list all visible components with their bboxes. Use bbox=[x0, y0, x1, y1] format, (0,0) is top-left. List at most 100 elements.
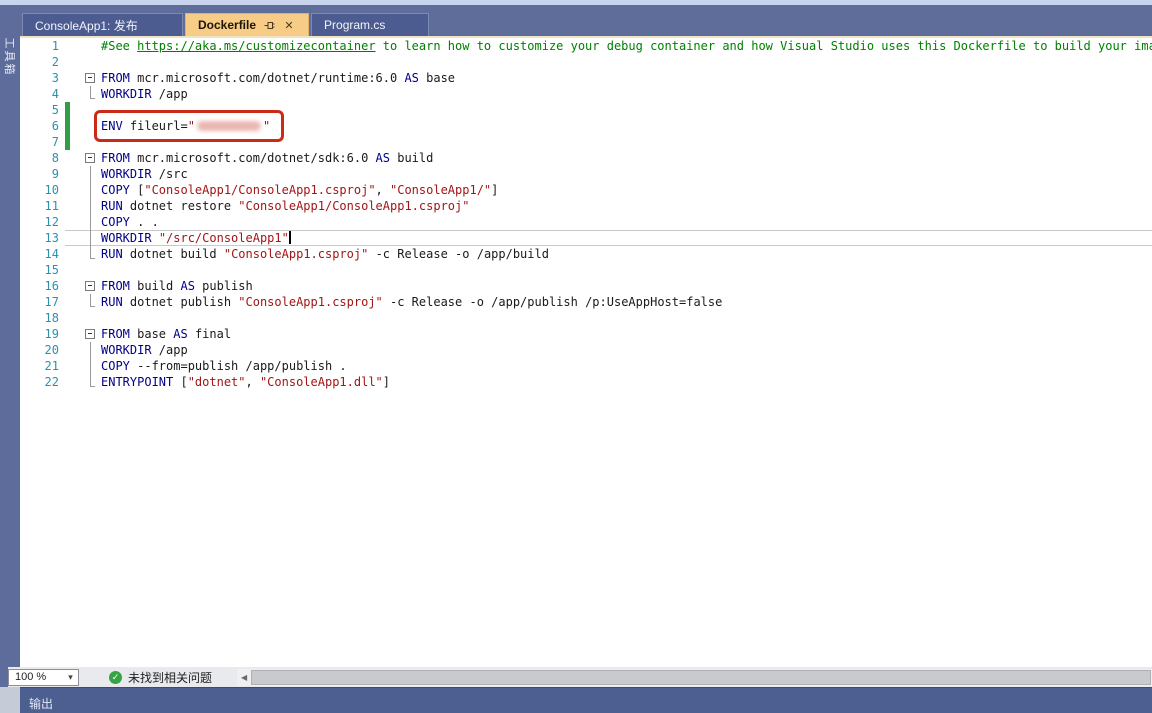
code-line[interactable]: 16 FROM build AS publish bbox=[20, 278, 1152, 294]
line-number: 5 bbox=[20, 102, 65, 118]
code-line[interactable]: 5 bbox=[20, 102, 1152, 118]
code-line[interactable]: 10 COPY ["ConsoleApp1/ConsoleApp1.csproj"… bbox=[20, 182, 1152, 198]
line-number: 15 bbox=[20, 262, 65, 278]
code-text: FROM mcr.microsoft.com/dotnet/runtime:6.… bbox=[101, 70, 1152, 86]
code-line[interactable]: 15 bbox=[20, 262, 1152, 278]
code-line[interactable]: 21COPY --from=publish /app/publish . bbox=[20, 358, 1152, 374]
redacted-value bbox=[197, 121, 261, 131]
fold-collapse-icon[interactable] bbox=[85, 281, 95, 291]
health-text: 未找到相关问题 bbox=[128, 669, 212, 686]
horizontal-scrollbar[interactable]: ◀ bbox=[237, 669, 1152, 686]
output-panel-header[interactable]: 输出 bbox=[20, 687, 1152, 713]
line-number: 16 bbox=[20, 278, 65, 294]
fold-guide-line bbox=[90, 358, 91, 374]
code-line[interactable]: 6 ENV fileurl="" bbox=[20, 118, 1152, 134]
close-icon[interactable]: ✕ bbox=[282, 18, 296, 32]
code-line[interactable]: 8 FROM mcr.microsoft.com/dotnet/sdk:6.0 A… bbox=[20, 150, 1152, 166]
line-number: 9 bbox=[20, 166, 65, 182]
code-line[interactable]: 12 COPY . . bbox=[20, 214, 1152, 230]
code-line[interactable]: 1#See https://aka.ms/customizecontainer … bbox=[20, 38, 1152, 54]
line-number: 12 bbox=[20, 214, 65, 230]
line-number: 7 bbox=[20, 134, 65, 150]
code-line[interactable]: 2 bbox=[20, 54, 1152, 70]
tab-label: Dockerfile bbox=[198, 18, 256, 32]
line-number: 18 bbox=[20, 310, 65, 326]
line-number: 6 bbox=[20, 118, 65, 134]
pin-icon[interactable] bbox=[262, 18, 276, 32]
fold-guide-line bbox=[90, 214, 91, 230]
fold-guide-line bbox=[90, 198, 91, 214]
fold-guide-line bbox=[90, 166, 91, 182]
text-caret bbox=[289, 231, 291, 244]
tab-label: Program.cs bbox=[324, 18, 385, 32]
line-number: 20 bbox=[20, 342, 65, 358]
zoom-level-value: 100 % bbox=[9, 671, 63, 683]
fold-collapse-icon[interactable] bbox=[85, 153, 95, 163]
change-bar bbox=[65, 102, 70, 118]
document-health-indicator[interactable]: ✓ 未找到相关问题 bbox=[109, 669, 212, 686]
code-text: FROM build AS publish bbox=[101, 278, 1152, 294]
code-text: WORKDIR "/src/ConsoleApp1" bbox=[101, 230, 1152, 246]
code-text bbox=[101, 134, 1152, 150]
fold-guide-line bbox=[90, 294, 91, 307]
line-number: 11 bbox=[20, 198, 65, 214]
scrollbar-thumb[interactable] bbox=[251, 670, 1151, 685]
left-dock-bar: 工具箱 bbox=[0, 5, 20, 687]
code-line[interactable]: 4 WORKDIR /app bbox=[20, 86, 1152, 102]
check-circle-icon: ✓ bbox=[109, 671, 122, 684]
fold-guide-line bbox=[90, 246, 91, 259]
bottom-left-corner bbox=[0, 687, 20, 713]
code-line[interactable]: 13 WORKDIR "/src/ConsoleApp1" bbox=[20, 230, 1152, 246]
scroll-left-icon[interactable]: ◀ bbox=[237, 673, 251, 682]
line-number: 8 bbox=[20, 150, 65, 166]
code-text bbox=[101, 54, 1152, 70]
document-tab-bar: ConsoleApp1: 发布 Dockerfile ✕ Program.cs bbox=[20, 5, 1152, 36]
line-number: 14 bbox=[20, 246, 65, 262]
code-text: ENV fileurl="" bbox=[101, 118, 1152, 134]
code-line[interactable]: 20 WORKDIR /app bbox=[20, 342, 1152, 358]
code-text: ENTRYPOINT ["dotnet", "ConsoleApp1.dll"] bbox=[101, 374, 1152, 390]
fold-collapse-icon[interactable] bbox=[85, 73, 95, 83]
line-number: 4 bbox=[20, 86, 65, 102]
change-bar bbox=[65, 118, 70, 134]
code-text: RUN dotnet restore "ConsoleApp1/ConsoleA… bbox=[101, 198, 1152, 214]
fold-guide-line bbox=[90, 374, 91, 387]
line-number: 1 bbox=[20, 38, 65, 54]
fold-collapse-icon[interactable] bbox=[85, 329, 95, 339]
tab-dockerfile[interactable]: Dockerfile ✕ bbox=[185, 13, 309, 36]
tab-label: ConsoleApp1: 发布 bbox=[35, 17, 138, 34]
code-text: WORKDIR /app bbox=[101, 342, 1152, 358]
code-line[interactable]: 3 FROM mcr.microsoft.com/dotnet/runtime:6… bbox=[20, 70, 1152, 86]
line-number: 10 bbox=[20, 182, 65, 198]
code-line[interactable]: 19FROM base AS final bbox=[20, 326, 1152, 342]
code-text: FROM mcr.microsoft.com/dotnet/sdk:6.0 AS… bbox=[101, 150, 1152, 166]
code-text: FROM base AS final bbox=[101, 326, 1152, 342]
code-text: COPY --from=publish /app/publish . bbox=[101, 358, 1152, 374]
zoom-level-dropdown[interactable]: 100 % ▾ bbox=[8, 669, 79, 686]
code-text: WORKDIR /app bbox=[101, 86, 1152, 102]
fold-guide-line bbox=[90, 230, 91, 246]
toolbox-vertical-tab[interactable]: 工具箱 bbox=[2, 15, 18, 99]
code-text: RUN dotnet build "ConsoleApp1.csproj" -c… bbox=[101, 246, 1152, 262]
line-number: 17 bbox=[20, 294, 65, 310]
code-line[interactable]: 11 RUN dotnet restore "ConsoleApp1/Consol… bbox=[20, 198, 1152, 214]
tab-program-cs[interactable]: Program.cs bbox=[311, 13, 429, 36]
code-line[interactable]: 22ENTRYPOINT ["dotnet", "ConsoleApp1.dll… bbox=[20, 374, 1152, 390]
code-text bbox=[101, 102, 1152, 118]
editor-bottom-bar: 100 % ▾ ✓ 未找到相关问题 ◀ bbox=[8, 667, 1152, 687]
comment-hyperlink: https://aka.ms/customizecontainer bbox=[137, 39, 375, 53]
code-line[interactable]: 9WORKDIR /src bbox=[20, 166, 1152, 182]
code-text: COPY . . bbox=[101, 214, 1152, 230]
code-line[interactable]: 18 bbox=[20, 310, 1152, 326]
code-line[interactable]: 17RUN dotnet publish "ConsoleApp1.csproj… bbox=[20, 294, 1152, 310]
code-line[interactable]: 7 bbox=[20, 134, 1152, 150]
code-text: COPY ["ConsoleApp1/ConsoleApp1.csproj", … bbox=[101, 182, 1152, 198]
code-line[interactable]: 14 RUN dotnet build "ConsoleApp1.csproj" … bbox=[20, 246, 1152, 262]
fold-guide-line bbox=[90, 342, 91, 358]
code-text bbox=[101, 262, 1152, 278]
line-number: 13 bbox=[20, 230, 65, 246]
tab-consoleapp1-publish[interactable]: ConsoleApp1: 发布 bbox=[22, 13, 183, 36]
output-panel-title: 输出 bbox=[29, 689, 53, 712]
line-number: 3 bbox=[20, 70, 65, 86]
code-editor[interactable]: 1#See https://aka.ms/customizecontainer … bbox=[20, 38, 1152, 667]
